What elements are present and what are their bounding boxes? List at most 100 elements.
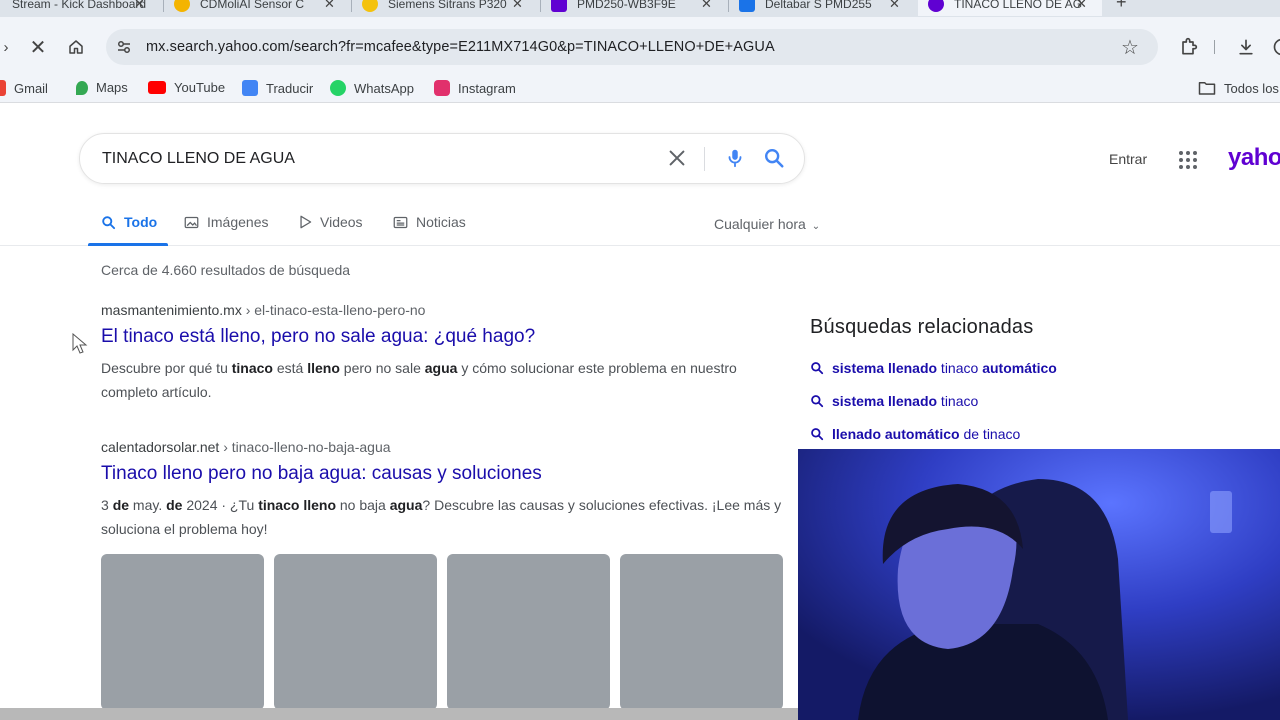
tab-siemens[interactable]: Siemens Sitrans P320 ✕ [362,0,530,16]
result-snippet: Descubre por qué tu tinaco está lleno pe… [101,360,737,400]
related-item[interactable]: sistema llenado tinaco [810,393,978,409]
microphone-icon[interactable] [724,147,746,174]
related-item[interactable]: sistema llenado tinaco automático [810,360,1057,376]
browser-window: Stream - Kick Dashboard ✕ CDMoliAI Senso… [0,0,1280,720]
result-url[interactable]: masmantenimiento.mx › el-tinaco-esta-lle… [101,302,791,318]
bookmark-maps[interactable]: Maps [76,80,128,95]
bookmark-label: Traducir [266,80,314,96]
close-tab-icon[interactable]: ✕ [134,0,145,12]
webcam-overlay [798,449,1280,720]
result-title-link[interactable]: Tinaco lleno pero no baja agua: causas y… [101,463,791,485]
signin-link[interactable]: Entrar [1109,151,1147,167]
tab-favicon-icon [174,0,190,12]
chevron-down-icon: ⌄ [811,221,821,232]
result-title-link[interactable]: El tinaco está lleno, pero no sale agua:… [101,326,791,348]
bookmark-instagram[interactable]: Instagram [434,80,516,96]
results-count: Cerca de 4.660 resultados de búsqueda [101,262,351,278]
search-divider [704,147,705,171]
close-tab-icon[interactable]: ✕ [1076,0,1087,12]
tab-kick[interactable]: Stream - Kick Dashboard ✕ [0,0,150,16]
maps-pin-icon [76,80,88,95]
close-tab-icon[interactable]: ✕ [324,0,335,12]
profile-icon[interactable] [1270,35,1280,59]
back-icon[interactable]: › [0,35,18,59]
bookmark-label: Todos los [1224,80,1279,96]
related-searches: Búsquedas relacionadas sistema llenado t… [810,316,1057,442]
related-item-label: llenado automático de tinaco [832,426,1021,442]
thumbnail-image[interactable] [620,554,783,710]
result-path: › el-tinaco-esta-lleno-pero-no [245,302,426,318]
clear-search-icon[interactable] [666,147,688,174]
close-tab-icon[interactable]: ✕ [889,0,900,12]
result-domain: masmantenimiento.mx [101,302,242,318]
bookmark-label: WhatsApp [354,80,414,96]
extensions-icon[interactable] [1176,35,1200,59]
tab-title: TINACO LLENO DE AGUA [954,0,1082,11]
yahoo-logo[interactable]: yahoo [1228,144,1280,172]
result-snippet: 3 de may. de 2024 · ¿Tu tinaco lleno no … [101,497,782,537]
related-item-label: sistema llenado tinaco automático [832,360,1057,376]
search-icon [101,215,116,230]
search-input[interactable]: TINACO LLENO DE AGUA [102,150,295,168]
tab-favicon-icon [362,0,378,12]
tab-title: Stream - Kick Dashboard [12,0,147,11]
gmail-icon [0,80,6,96]
stop-loading-icon[interactable]: ✕ [26,35,50,59]
tab-cdmoliai[interactable]: CDMoliAI Sensor C ✕ [174,0,342,16]
bookmark-label: Maps [96,80,128,95]
time-filter-dropdown[interactable]: Cualquier hora ⌄ [714,216,820,232]
tab-noticias[interactable]: Noticias [393,214,466,230]
home-icon[interactable] [64,35,88,59]
thumbnail-image[interactable] [447,554,610,710]
tab-title: CDMoliAI Sensor C [200,0,305,11]
active-tab-indicator [88,243,168,246]
tab-title: Siemens Sitrans P320 [388,0,507,11]
tab-label: Imágenes [207,214,269,230]
bookmark-star-icon[interactable]: ☆ [1118,35,1142,59]
search-icon [810,394,824,408]
related-item-label: sistema llenado tinaco [832,393,979,409]
search-box[interactable]: TINACO LLENO DE AGUA [79,133,805,184]
browser-toolbar: › ✕ mx.search.yahoo.com/search?fr=mcafee… [0,17,1280,73]
whatsapp-icon [330,80,346,96]
tab-favicon-icon [739,0,755,12]
tab-label: Videos [320,214,363,230]
bookmark-folder-all[interactable]: Todos los [1198,80,1279,96]
tab-favicon-icon [928,0,944,12]
tab-todo[interactable]: Todo [101,214,157,230]
tab-imagenes[interactable]: Imágenes [184,214,268,230]
tab-deltabar[interactable]: Deltabar S PMD255 ✕ [739,0,905,16]
site-settings-icon[interactable] [112,35,136,59]
time-filter-label: Cualquier hora [714,216,806,232]
tab-title: PMD250-WB3F9E [577,0,676,11]
tab-pmd250[interactable]: PMD250-WB3F9E ✕ [551,0,717,16]
result-url[interactable]: calentadorsolar.net › tinaco-lleno-no-ba… [101,439,791,455]
apps-grid-icon[interactable] [1178,150,1198,175]
thumbnail-image[interactable] [274,554,437,710]
tab-videos[interactable]: Videos [299,214,363,230]
related-item[interactable]: llenado automático de tinaco [810,426,1020,442]
bookmark-whatsapp[interactable]: WhatsApp [330,80,414,96]
tab-label: Noticias [416,214,466,230]
bookmark-gmail[interactable]: Gmail [0,80,48,96]
close-tab-icon[interactable]: ✕ [701,0,712,12]
bookmark-youtube[interactable]: YouTube [148,80,225,95]
tab-active-search[interactable]: TINACO LLENO DE AGUA ✕ [918,0,1102,16]
close-tab-icon[interactable]: ✕ [512,0,523,12]
search-result: masmantenimiento.mx › el-tinaco-esta-lle… [101,302,791,404]
search-result: calentadorsolar.net › tinaco-lleno-no-ba… [101,439,791,541]
tab-strip: Stream - Kick Dashboard ✕ CDMoliAI Senso… [0,0,1280,17]
url-text: mx.search.yahoo.com/search?fr=mcafee&typ… [146,39,775,55]
bookmark-label: Instagram [458,80,516,96]
download-icon[interactable] [1234,35,1258,59]
news-icon [393,216,408,229]
new-tab-icon[interactable]: + [1116,0,1127,13]
thumbnail-image[interactable] [101,554,264,710]
image-icon [184,216,199,229]
mouse-cursor-icon [72,333,88,354]
youtube-icon [148,81,166,94]
address-bar[interactable]: mx.search.yahoo.com/search?fr=mcafee&typ… [106,29,1158,65]
search-icon[interactable] [763,147,785,174]
bookmark-traducir[interactable]: Traducir [242,80,313,96]
horizontal-scrollbar[interactable] [0,708,798,720]
